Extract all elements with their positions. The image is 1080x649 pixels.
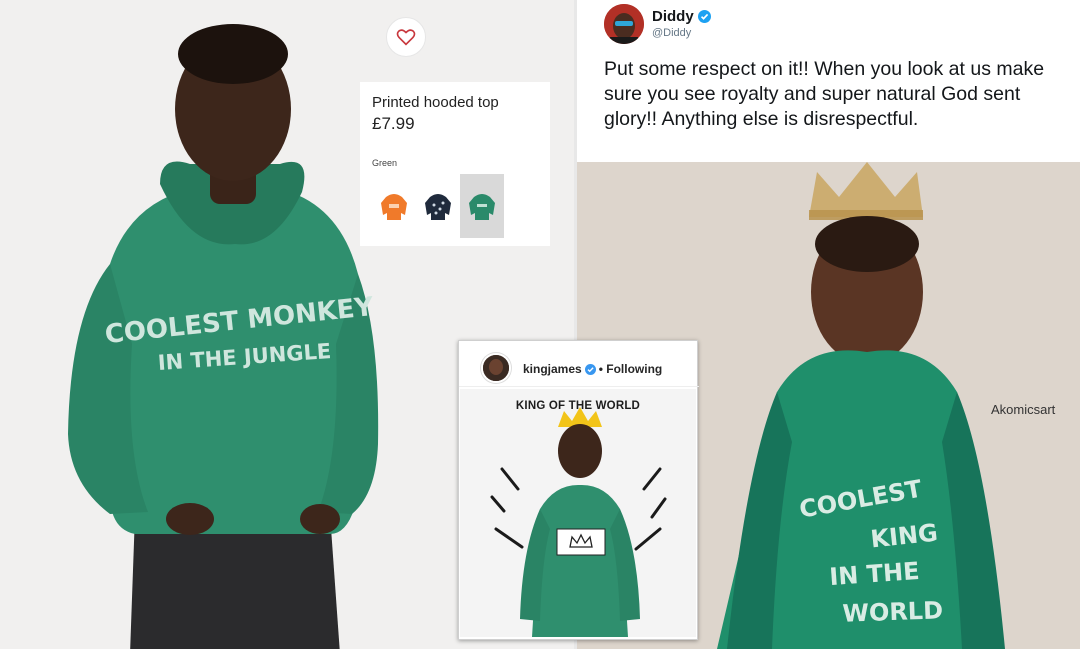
tweet-avatar[interactable] [604, 4, 644, 44]
tweet-handle[interactable]: @Diddy [652, 27, 691, 39]
favorite-button[interactable] [386, 17, 426, 57]
painting-credit: Akomicsart [991, 402, 1056, 417]
color-swatches [372, 174, 504, 238]
tweet-author-name[interactable]: Diddy [652, 8, 711, 25]
painting-print-line-4: WORLD [842, 596, 943, 627]
instagram-post-header: kingjames • Following [459, 341, 699, 387]
swatch-orange[interactable] [372, 174, 416, 238]
product-price: £7.99 [372, 114, 415, 133]
product-info-card: Printed hooded top £7.99 Green [360, 82, 550, 246]
instagram-image-title: KING OF THE WORLD [515, 400, 641, 412]
instagram-post-image: KING OF THE WORLD [460, 389, 696, 637]
tweet-text: Put some respect on it!! When you look a… [604, 58, 1045, 130]
green-hoodie-thumbnail [469, 194, 495, 220]
tweet-author-label: Diddy [652, 8, 694, 25]
navy-print-hoodie-thumbnail [425, 194, 451, 220]
profile-photo-icon [604, 4, 644, 44]
verified-badge-icon [697, 10, 711, 23]
product-model-photo: COOLEST MONKEY IN THE JUNGLE [68, 24, 379, 649]
verified-badge-icon [584, 363, 596, 375]
product-name: Printed hooded top [372, 94, 499, 111]
swatch-green-selected[interactable] [460, 174, 504, 238]
king-illustration [490, 407, 667, 637]
user-avatar-icon [483, 355, 509, 381]
instagram-user-line: kingjames • Following [523, 362, 662, 376]
instagram-following-button[interactable]: • Following [599, 362, 663, 376]
orange-hoodie-thumbnail [381, 194, 407, 220]
instagram-post-card: kingjames • Following KING OF THE WORLD [458, 340, 699, 640]
heart-outline-icon [396, 29, 416, 46]
instagram-avatar[interactable] [481, 353, 511, 383]
product-color-label: Green [372, 158, 398, 168]
instagram-username[interactable]: kingjames [523, 362, 582, 376]
swatch-navy[interactable] [416, 174, 460, 238]
